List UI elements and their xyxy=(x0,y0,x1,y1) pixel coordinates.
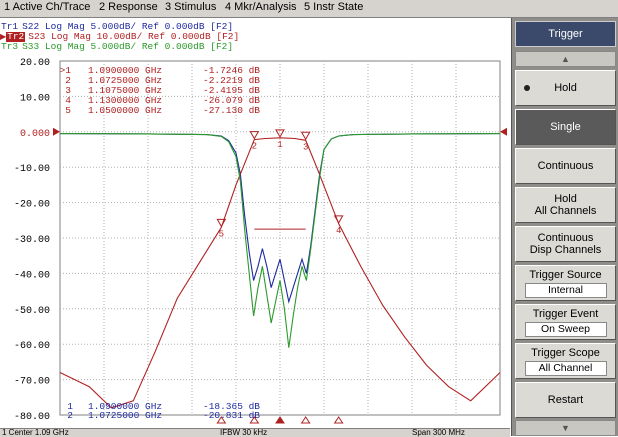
marker-axis-icon xyxy=(300,416,311,424)
marker-table-value: -27.130 dB xyxy=(203,105,260,116)
continuous-button[interactable]: Continuous xyxy=(515,148,616,184)
single-label: Single xyxy=(550,121,581,133)
ref-right-arrow-icon xyxy=(500,127,507,136)
hold-button[interactable]: Hold xyxy=(515,70,616,106)
trigger-event-label: Trigger Event xyxy=(532,307,599,320)
y-tick-label: -30.00 xyxy=(14,235,50,246)
menu-active-ch-trace[interactable]: 1 Active Ch/Trace xyxy=(4,1,90,13)
marker-label: 5 xyxy=(219,229,224,239)
marker-table-bottom-label: 2 xyxy=(67,410,73,421)
marker-label: 3 xyxy=(303,142,308,152)
restart-button[interactable]: Restart xyxy=(515,382,616,418)
y-tick-label: 20.00 xyxy=(20,58,50,69)
trace-s33-line xyxy=(59,133,501,348)
restart-label: Restart xyxy=(547,394,584,406)
trigger-event-button[interactable]: Trigger Event On Sweep xyxy=(515,304,616,340)
marker-table: >1 1.0900000 GHz -1.7246 dB2 1.0725000 GHz -… xyxy=(60,65,261,421)
cont-disp-label-2: Disp Channels xyxy=(529,244,602,256)
marker-label: 2 xyxy=(252,142,257,152)
y-tick-label: 10.00 xyxy=(20,93,50,104)
trace-chart[interactable]: 20.00 10.00 0.000 -10.00 -20.00 -30.00 -40.00 -… xyxy=(0,18,510,428)
y-tick-label: 0.000 xyxy=(20,129,50,140)
marker-label: 1 xyxy=(277,140,282,150)
marker-table-freq: 1.0500000 GHz xyxy=(88,105,162,116)
y-tick-label: -10.00 xyxy=(14,164,50,175)
softkey-menu-title: Trigger xyxy=(515,21,616,47)
hold-all-label-1: Hold xyxy=(554,193,577,205)
menu-instr-state[interactable]: 5 Instr State xyxy=(304,1,363,13)
trace-id-tr3: Tr3 xyxy=(1,41,19,52)
hold-all-channels-button[interactable]: Hold All Channels xyxy=(515,187,616,223)
scroll-up-icon[interactable]: ▲ xyxy=(515,51,616,67)
trigger-source-button[interactable]: Trigger Source Internal xyxy=(515,265,616,301)
menu-response[interactable]: 2 Response xyxy=(99,1,158,13)
marker-axis-icon xyxy=(333,416,344,424)
marker-label: 4 xyxy=(336,226,341,236)
marker-triangle-icon xyxy=(249,131,260,140)
scroll-down-icon[interactable]: ▼ xyxy=(515,420,616,436)
marker-axis-icon xyxy=(275,416,285,424)
hold-all-label-2: All Channels xyxy=(534,205,597,217)
trigger-scope-value: All Channel xyxy=(524,360,607,376)
hold-label: Hold xyxy=(554,82,577,94)
cont-disp-label-1: Continuous xyxy=(537,232,594,244)
trigger-source-value: Internal xyxy=(524,282,607,298)
y-tick-label: -60.00 xyxy=(14,341,50,352)
y-tick-label: -20.00 xyxy=(14,200,50,211)
marker-table-label: 5 xyxy=(65,105,71,116)
menu-bar: 1 Active Ch/Trace 2 Response 3 Stimulus … xyxy=(0,0,618,18)
ref-left-arrow-icon xyxy=(53,127,60,136)
marker-table-bottom-freq: 1.0725000 GHz xyxy=(88,410,162,421)
trace-desc-tr3: S33 Log Mag 5.000dB/ Ref 0.000dB [F2] xyxy=(22,41,234,52)
trace-legend-row-tr3[interactable]: Tr3 S33 Log Mag 5.000dB/ Ref 0.000dB [F2] xyxy=(0,42,233,52)
menu-mkr-analysis[interactable]: 4 Mkr/Analysis xyxy=(225,1,297,13)
y-tick-label: -70.00 xyxy=(14,377,50,388)
trace-layer xyxy=(59,133,501,409)
y-tick-label: -80.00 xyxy=(14,412,50,423)
continuous-label: Continuous xyxy=(537,160,594,172)
trigger-source-label: Trigger Source xyxy=(529,268,602,281)
trigger-event-value: On Sweep xyxy=(524,321,607,337)
marker-table-bottom-value: -20.831 dB xyxy=(203,410,260,421)
marker-triangle-icon xyxy=(300,131,311,141)
softkey-panel: Trigger ▲ Hold Single Continuous Hold Al… xyxy=(511,18,618,436)
radio-dot-icon xyxy=(524,85,530,91)
menu-stimulus[interactable]: 3 Stimulus xyxy=(165,1,216,13)
y-tick-label: -40.00 xyxy=(14,270,50,281)
continuous-disp-channels-button[interactable]: Continuous Disp Channels xyxy=(515,226,616,262)
trigger-scope-button[interactable]: Trigger Scope All Channel xyxy=(515,343,616,379)
single-button[interactable]: Single xyxy=(515,109,616,145)
y-tick-labels: 20.00 10.00 0.000 -10.00 -20.00 -30.00 -40.00 -… xyxy=(14,58,50,423)
trigger-scope-label: Trigger Scope xyxy=(531,346,600,359)
y-tick-label: -50.00 xyxy=(14,306,50,317)
